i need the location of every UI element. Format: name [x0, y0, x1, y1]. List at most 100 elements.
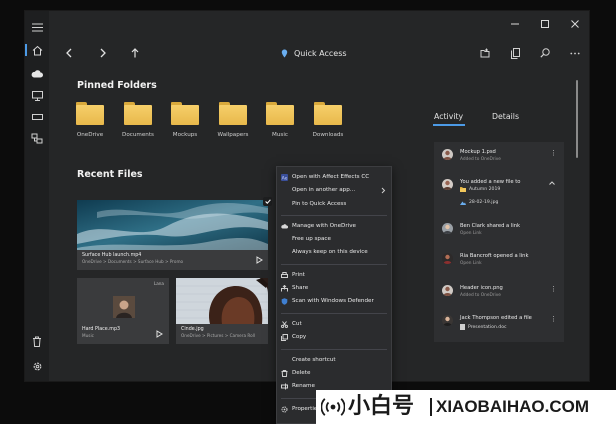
copy-icon [510, 47, 520, 59]
broadcast-icon [321, 398, 345, 416]
recent-file-path: OneDrive > Documents > Surface Hub > Pro… [82, 259, 184, 264]
pinned-folder-documents[interactable]: Documents [118, 100, 158, 150]
pinned-folder-wallpapers[interactable]: Wallpapers [213, 100, 253, 150]
rename-icon [281, 383, 288, 390]
play-icon[interactable] [155, 330, 163, 338]
menu-item-label: Rename [292, 383, 315, 389]
hamburger-icon[interactable] [30, 20, 44, 34]
activity-title: You added a new file to [460, 179, 521, 185]
menu-item-label: Free up space [292, 236, 331, 242]
tab-activity[interactable]: Activity [434, 112, 463, 121]
avatar [442, 179, 453, 190]
menu-item-label: Copy [292, 334, 307, 340]
up-button[interactable] [127, 45, 143, 61]
menu-item-create-shortcut[interactable]: Create shortcut [277, 355, 391, 366]
chevron-right-icon [381, 187, 386, 194]
avatar [442, 285, 453, 296]
network-icon[interactable] [30, 131, 44, 145]
activity-item[interactable]: You added a new file to Autumn 2019 28-0… [442, 178, 558, 218]
menu-item-delete[interactable]: Delete [277, 368, 391, 379]
home-icon[interactable] [25, 43, 44, 57]
location-breadcrumb[interactable]: Quick Access [281, 45, 347, 61]
menu-item-open-in-another-app[interactable]: Open in another app... [277, 185, 391, 196]
menu-item-label: Create shortcut [292, 357, 336, 363]
activity-subtitle: Added to OneDrive [460, 157, 501, 162]
copy-icon [281, 334, 288, 341]
menu-item-share[interactable]: Share [277, 283, 391, 294]
menu-item-copy[interactable]: Copy [277, 332, 391, 343]
menu-item-print[interactable]: Print [277, 270, 391, 281]
menu-separator [281, 264, 387, 265]
folder-label: Mockups [172, 132, 198, 138]
album-art [113, 296, 135, 318]
recent-file-name: Cinde.jpg [181, 327, 204, 332]
navigation-rail [25, 11, 49, 381]
folder-label: OneDrive [76, 132, 104, 138]
chevron-up-icon[interactable] [549, 181, 555, 185]
more-icon[interactable]: ⋮ [550, 148, 557, 158]
activity-folder-name: Autumn 2019 [469, 187, 501, 192]
cloud-icon [281, 224, 288, 229]
menu-item-scan-defender[interactable]: Scan with Windows Defender [277, 296, 391, 307]
pinned-folder-downloads[interactable]: Downloads [308, 100, 348, 150]
scrollbar[interactable] [576, 80, 578, 158]
recent-file-card[interactable]: Surface Hub launch.mp4 OneDrive > Docume… [77, 200, 268, 270]
folder-icon [171, 102, 199, 126]
avatar [442, 315, 453, 326]
pinned-folder-mockups[interactable]: Mockups [165, 100, 205, 150]
recent-file-path: OneDrive > Pictures > Camera Roll [181, 333, 255, 338]
more-icon[interactable]: ⋮ [550, 284, 557, 294]
pinned-folder-music[interactable]: Music [260, 100, 300, 150]
play-icon[interactable] [255, 256, 263, 264]
trash-icon[interactable] [30, 334, 44, 348]
folder-label: Documents [122, 132, 154, 138]
minimize-icon[interactable] [507, 16, 523, 32]
drive-icon[interactable] [30, 110, 44, 124]
recent-file-card[interactable]: Cinde.jpg OneDrive > Pictures > Camera R… [176, 278, 268, 344]
activity-subtitle: Open Link [460, 231, 482, 236]
settings-icon[interactable] [30, 359, 44, 373]
activity-item[interactable]: Mockup 1.psd Added to OneDrive ⋮ [442, 148, 558, 172]
menu-item-free-up-space[interactable]: Free up space [277, 234, 391, 245]
activity-file-name: Presentation.doc [468, 324, 507, 330]
check-icon[interactable] [263, 197, 272, 206]
activity-item[interactable]: Ben Clark shared a link Open Link [442, 222, 558, 246]
recent-file-path: Music [82, 333, 94, 338]
maximize-icon[interactable] [537, 16, 553, 32]
activity-item[interactable]: Jack Thompson edited a file Presentation… [442, 314, 558, 338]
copy-path-button[interactable] [507, 45, 523, 61]
forward-button[interactable] [95, 45, 111, 61]
menu-item-label: Pin to Quick Access [292, 201, 347, 207]
folder-icon [124, 102, 152, 126]
active-tab-indicator [433, 124, 465, 126]
menu-item-always-keep[interactable]: Always keep on this device [277, 247, 391, 258]
recent-file-card[interactable]: Lana Hard Place.mp3 Music [77, 278, 169, 344]
activity-item[interactable]: Header icon.png Added to OneDrive ⋮ [442, 284, 558, 308]
pinned-folder-onedrive[interactable]: OneDrive [70, 100, 110, 150]
menu-item-cut[interactable]: Cut [277, 319, 391, 330]
portrait-thumbnail [176, 278, 268, 324]
recent-files-title: Recent Files [77, 169, 143, 180]
app-icon: Ae [281, 174, 288, 181]
computer-icon[interactable] [30, 89, 44, 103]
more-options-button[interactable] [567, 45, 583, 61]
close-icon[interactable] [567, 16, 583, 32]
menu-item-open-with-affect-effects[interactable]: Ae Open with Affect Effects CC [277, 172, 391, 183]
folder-icon [76, 102, 104, 126]
menu-item-manage-with-onedrive[interactable]: Manage with OneDrive [277, 221, 391, 232]
folder-icon [266, 102, 294, 126]
activity-item[interactable]: Ria Bancroft opened a link Open Link [442, 252, 558, 276]
search-button[interactable] [537, 45, 553, 61]
menu-item-pin-to-quick-access[interactable]: Pin to Quick Access [277, 199, 391, 210]
cloud-icon[interactable] [30, 67, 44, 81]
recent-file-meta: Surface Hub launch.mp4 OneDrive > Docume… [82, 253, 263, 264]
tab-details[interactable]: Details [492, 112, 519, 121]
activity-file-row: Presentation.doc [460, 324, 507, 330]
activity-title: Ria Bancroft opened a link [460, 253, 529, 259]
more-icon[interactable]: ⋮ [550, 314, 557, 324]
avatar [442, 223, 453, 234]
document-icon [460, 324, 465, 330]
new-folder-button[interactable] [477, 45, 493, 61]
back-button[interactable] [61, 45, 77, 61]
pinned-folders-title: Pinned Folders [77, 80, 157, 91]
